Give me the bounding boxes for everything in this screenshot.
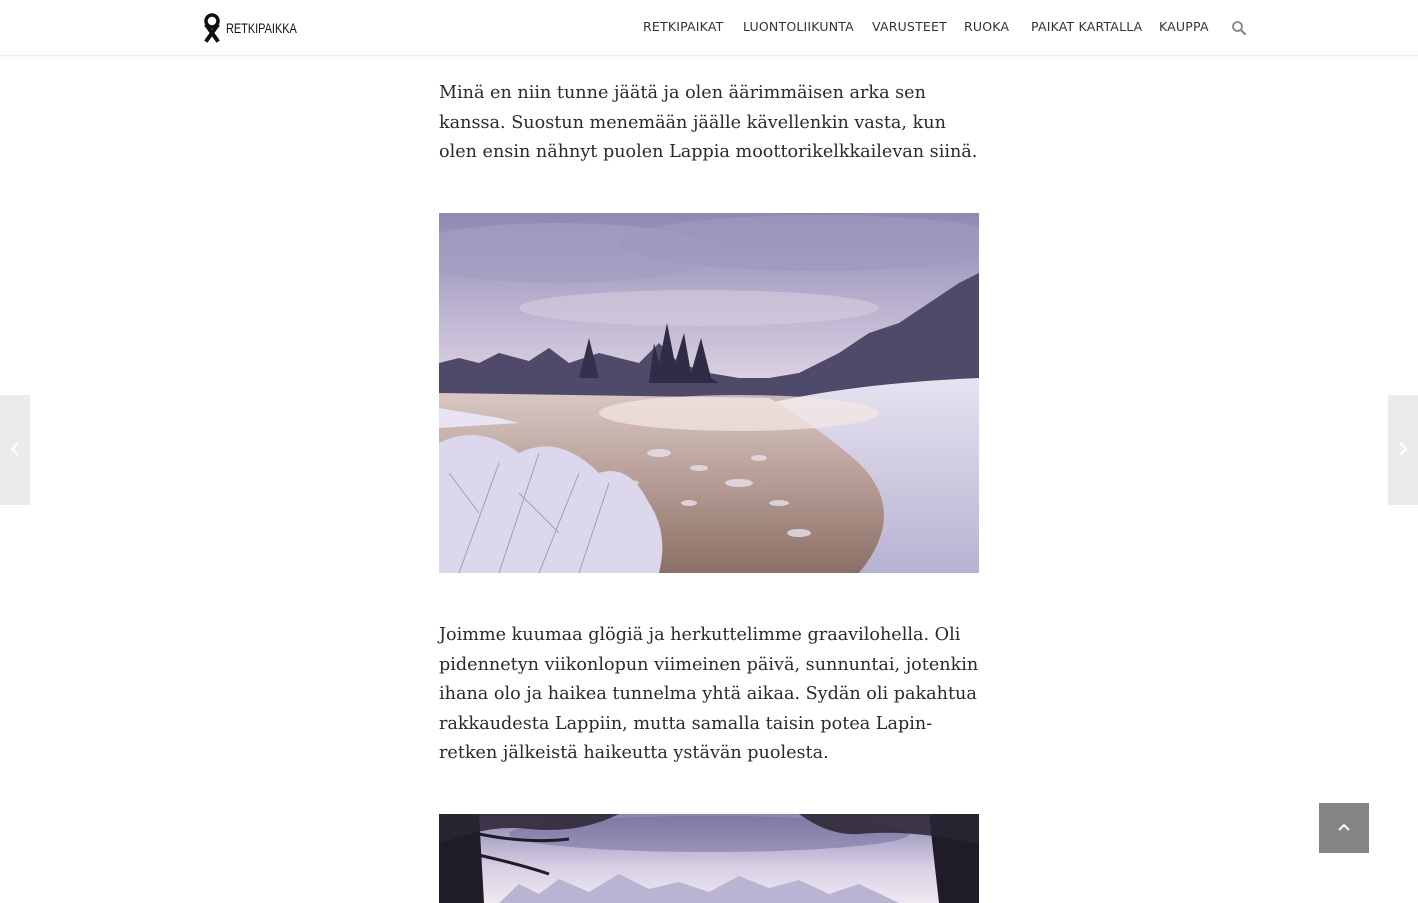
article-photo-winter-forest (439, 814, 979, 903)
next-post-button[interactable] (1388, 395, 1418, 505)
nav-item-kauppa[interactable]: KAUPPA (1159, 19, 1209, 34)
article-paragraph: Joimme kuumaa glögiä ja herkuttelimme gr… (439, 625, 979, 763)
article-photo-winter-river (439, 213, 979, 573)
article-paragraph: Minä en niin tunne jäätä ja olen äärimmä… (439, 83, 978, 162)
search-icon[interactable] (1231, 20, 1247, 41)
chevron-up-icon (1337, 819, 1351, 837)
site-header: RETKIPAIKKA RETKIPAIKAT LUONTOLIIKUNTA V… (0, 0, 1418, 56)
nav-item-varusteet[interactable]: VARUSTEET (872, 19, 947, 34)
chevron-left-icon (10, 441, 20, 459)
site-logo[interactable]: RETKIPAIKKA (203, 13, 317, 43)
nav-item-luontoliikunta[interactable]: LUONTOLIIKUNTA (743, 19, 854, 34)
nav-item-paikat-kartalla[interactable]: PAIKAT KARTALLA (1031, 19, 1142, 34)
prev-post-button[interactable] (0, 395, 30, 505)
nav-item-ruoka[interactable]: RUOKA (964, 19, 1009, 34)
chevron-right-icon (1398, 441, 1408, 459)
article-paragraph-2-container: Joimme kuumaa glögiä ja herkuttelimme gr… (439, 621, 979, 769)
nav-item-retkipaikat[interactable]: RETKIPAIKAT (643, 19, 723, 34)
logo-icon (204, 13, 220, 43)
logo-text: RETKIPAIKKA (226, 20, 297, 36)
article-paragraph-1-container: Minä en niin tunne jäätä ja olen äärimmä… (439, 79, 979, 168)
scroll-to-top-button[interactable] (1319, 803, 1369, 853)
